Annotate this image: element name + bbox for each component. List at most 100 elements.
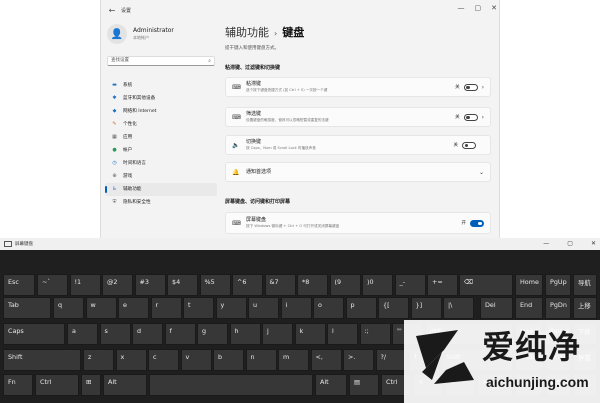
key-l[interactable]: l	[327, 323, 358, 345]
title-bar: ← 设置 — ▢ ✕	[101, 0, 499, 20]
key-(9[interactable]: (9	[329, 274, 361, 296]
key-r[interactable]: r	[150, 297, 182, 319]
key-w[interactable]: w	[85, 297, 117, 319]
key-n[interactable]: n	[245, 349, 277, 371]
sidebar-item-apps[interactable]: ▦ 应用	[105, 130, 217, 143]
key-5e6[interactable]: ^6	[232, 274, 263, 296]
key-!1[interactable]: !1	[69, 274, 101, 296]
sticky-keys-card[interactable]: ⌨ 粘滞键 逐个按下键盘快捷方式 (如 Ctrl + S) 一次按一个键 关 ›	[225, 77, 491, 97]
sidebar-item-accessibility[interactable]: ♿ 辅助功能	[105, 182, 217, 196]
sidebar-item-network[interactable]: ◆ 网络和 Internet	[105, 104, 217, 117]
key-y[interactable]: y	[215, 297, 247, 319]
key-o[interactable]: o	[313, 297, 344, 319]
osk-toggle[interactable]	[470, 219, 484, 227]
key-7b5b[interactable]: {[	[378, 297, 409, 319]
key-shift-left[interactable]: Shift	[3, 349, 81, 371]
key-f[interactable]: f	[164, 323, 196, 345]
key-3a3b[interactable]: :;	[359, 323, 391, 345]
key-p[interactable]: p	[345, 297, 377, 319]
key-)0[interactable]: )0	[362, 274, 393, 296]
key-_-[interactable]: _-	[394, 274, 426, 296]
key-backspace[interactable]: ⌫	[459, 274, 513, 296]
filter-keys-card[interactable]: ⌨ 筛选键 设置键盘的敏感度，使其可以忽略短暂或重复的击键 关 ›	[225, 107, 491, 127]
sidebar-item-bluetooth[interactable]: ✱ 蓝牙和其他设备	[105, 91, 217, 104]
key-del[interactable]: Del	[480, 297, 513, 319]
key-alt-left[interactable]: Alt	[103, 374, 147, 396]
key-i[interactable]: i	[280, 297, 312, 319]
toggle-keys-card[interactable]: 🔈 切换键按 Caps、Num 或 Scroll Lock 时播放声音 关	[225, 135, 491, 155]
sticky-keys-toggle[interactable]	[463, 83, 478, 91]
key-m[interactable]: m	[278, 349, 309, 371]
key-j[interactable]: j	[262, 323, 293, 345]
toggle-keys-toggle[interactable]	[462, 141, 476, 149]
key-g[interactable]: g	[197, 323, 228, 345]
key-menu[interactable]: ▤	[349, 374, 379, 396]
key-e[interactable]: e	[118, 297, 149, 319]
key-v[interactable]: v	[180, 349, 212, 371]
key-home[interactable]: Home	[515, 274, 543, 296]
search-input[interactable]: 查找设置 ⌕	[107, 56, 215, 66]
key-s[interactable]: s	[99, 323, 131, 345]
key-c[interactable]: c	[148, 349, 179, 371]
key-caps[interactable]: Caps	[3, 323, 65, 345]
key-label: )0	[367, 278, 374, 286]
key-267[interactable]: &7	[264, 274, 296, 296]
key-7d5d[interactable]: }]	[410, 297, 442, 319]
key-up[interactable]: 上移	[573, 297, 597, 319]
close-button[interactable]: ✕	[491, 4, 497, 12]
account-block[interactable]: 👤 Administrator 本地帐户	[107, 24, 174, 44]
sidebar-item-time-language[interactable]: ◷ 时间和语言	[105, 157, 217, 170]
key-h[interactable]: h	[229, 323, 261, 345]
key-7c5c[interactable]: |\	[443, 297, 474, 319]
key-x[interactable]: x	[115, 349, 147, 371]
key-fn[interactable]: Fn	[3, 374, 33, 396]
minimize-button[interactable]: —	[458, 4, 465, 12]
key-~60[interactable]: ~`	[37, 274, 68, 296]
filter-keys-toggle[interactable]	[463, 113, 478, 121]
key-pgdn[interactable]: PgDn	[545, 297, 571, 319]
key-233[interactable]: #3	[134, 274, 166, 296]
key-k[interactable]: k	[294, 323, 326, 345]
key-z[interactable]: z	[83, 349, 114, 371]
notification-preferences-card[interactable]: 🔔 通知首选项 ⌄	[225, 162, 491, 182]
key-alt-right[interactable]: Alt	[315, 374, 347, 396]
sidebar-item-gaming[interactable]: ⊕ 游戏	[105, 170, 217, 183]
maximize-button[interactable]: ▢	[567, 240, 573, 247]
key-end[interactable]: End	[515, 297, 543, 319]
filter-keys-icon: ⌨	[232, 113, 241, 121]
chevron-right-icon: ›	[481, 83, 484, 91]
on-screen-keyboard-card[interactable]: ⌨ 屏幕键盘 按下 Windows 徽标键 + Ctrl + O 可打开或关闭屏幕…	[225, 212, 491, 234]
key-windows[interactable]: ⊞	[81, 374, 101, 396]
breadcrumb-parent[interactable]: 辅助功能	[225, 26, 269, 39]
key-q[interactable]: q	[53, 297, 84, 319]
minimize-button[interactable]: —	[543, 240, 549, 247]
sidebar-item-accounts[interactable]: ● 帐户	[105, 143, 217, 156]
key-402[interactable]: @2	[102, 274, 133, 296]
maximize-button[interactable]: ▢	[475, 4, 482, 12]
close-button[interactable]: ✕	[591, 240, 596, 247]
key-2b3d[interactable]: +=	[427, 274, 458, 296]
card-subtitle: 设置键盘的敏感度，使其可以忽略短暂或重复的击键	[246, 118, 329, 122]
key-255[interactable]: %5	[199, 274, 231, 296]
key-244[interactable]: $4	[167, 274, 198, 296]
key-3f2f[interactable]: ?/	[375, 349, 407, 371]
key-esc[interactable]: Esc	[3, 274, 35, 296]
key-tab[interactable]: Tab	[3, 297, 51, 319]
key-*8[interactable]: *8	[297, 274, 328, 296]
key-nav[interactable]: 导航	[573, 274, 597, 296]
key-pgup[interactable]: PgUp	[545, 274, 571, 296]
key-3e.[interactable]: >.	[343, 349, 374, 371]
sidebar-item-privacy[interactable]: ⛨ 隐私和安全性	[105, 196, 217, 209]
key-t[interactable]: t	[183, 297, 214, 319]
key-space[interactable]	[149, 374, 313, 396]
sidebar-item-system[interactable]: ▬ 系统	[105, 78, 217, 91]
key-a[interactable]: a	[67, 323, 98, 345]
key-d[interactable]: d	[132, 323, 163, 345]
key-b[interactable]: b	[213, 349, 244, 371]
key-3c2c[interactable]: <,	[310, 349, 342, 371]
key-ctrl-left[interactable]: Ctrl	[35, 374, 79, 396]
sidebar-item-personalization[interactable]: ✎ 个性化	[105, 117, 217, 130]
key-u[interactable]: u	[248, 297, 279, 319]
back-arrow-icon[interactable]: ←	[105, 3, 119, 17]
key-label: }]	[415, 301, 423, 309]
